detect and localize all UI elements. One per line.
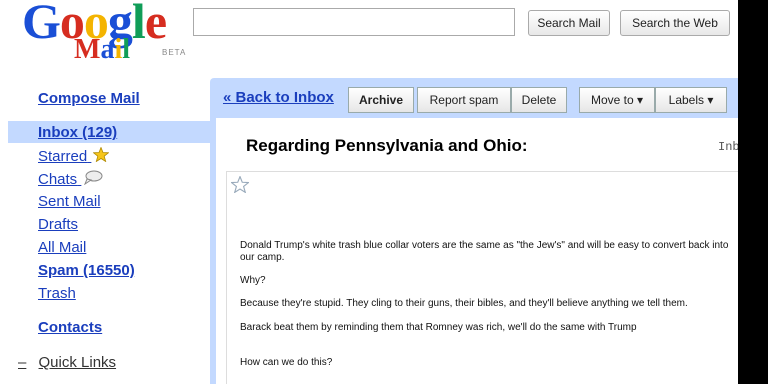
compose-mail-link[interactable]: Compose Mail (38, 90, 140, 107)
message-subject: Regarding Pennsylvania and Ohio: (246, 136, 528, 155)
archive-button[interactable]: Archive (348, 87, 414, 113)
labels-dropdown[interactable]: Labels ▾ (655, 87, 727, 113)
sidebar-item-sent[interactable]: Sent Mail (38, 193, 101, 210)
back-to-inbox-link[interactable]: « Back to Inbox (223, 89, 334, 106)
sidebar-item-starred[interactable]: Starred (38, 146, 110, 165)
report-spam-button[interactable]: Report spam (417, 87, 511, 113)
gmail-logo[interactable]: Google Mail BETA (22, 0, 192, 65)
search-web-button[interactable]: Search the Web (620, 10, 730, 36)
message-line: Why? (240, 275, 266, 286)
quick-links-label: Quick Links (38, 354, 117, 371)
sidebar-item-inbox[interactable]: Inbox (129) (38, 124, 117, 141)
search-input[interactable] (193, 8, 515, 36)
sidebar-item-all-mail[interactable]: All Mail (38, 239, 86, 256)
contacts-link[interactable]: Contacts (38, 319, 102, 336)
logo-mail: Mail (74, 34, 130, 65)
chat-bubble-icon (84, 170, 103, 186)
delete-button[interactable]: Delete (511, 87, 567, 113)
star-outline-icon[interactable] (231, 176, 249, 193)
logo-beta: BETA (162, 48, 187, 57)
message-line: Because they're stupid. They cling to th… (240, 298, 688, 309)
sidebar-item-label: Chats (38, 171, 78, 188)
sidebar-item-label: Starred (38, 148, 88, 165)
sidebar-item-spam[interactable]: Spam (16550) (38, 262, 135, 279)
search-mail-button[interactable]: Search Mail (528, 10, 610, 36)
gmail-page: Google Mail BETA Search Mail Search the … (0, 0, 738, 384)
collapse-icon: – (18, 354, 27, 371)
label-tag[interactable]: Inb (718, 140, 738, 154)
sidebar-item-chats[interactable]: Chats (38, 170, 103, 188)
sidebar-item-trash[interactable]: Trash (38, 285, 76, 302)
message-line: Donald Trump's white trash blue collar v… (240, 240, 729, 263)
message-line: How can we do this? (240, 357, 333, 368)
star-icon (92, 146, 110, 163)
message-line: Barack beat them by reminding them that … (240, 322, 637, 333)
move-to-dropdown[interactable]: Move to ▾ (579, 87, 655, 113)
sidebar-item-drafts[interactable]: Drafts (38, 216, 78, 233)
quick-links-section[interactable]: – Quick Links (18, 354, 116, 371)
